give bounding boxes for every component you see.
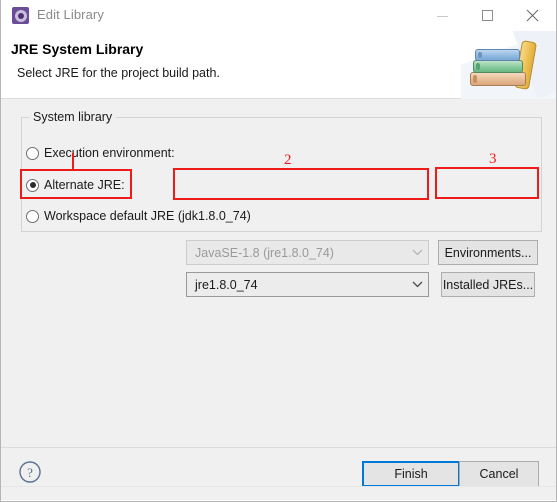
dialog-body: System library Execution environment: Ja… — [1, 99, 556, 448]
environments-button[interactable]: Environments... — [438, 240, 538, 265]
close-button[interactable] — [510, 0, 555, 30]
page-description: Select JRE for the project build path. — [17, 66, 220, 80]
finish-button[interactable]: Finish — [362, 461, 460, 487]
radio-indicator-unselected — [26, 146, 39, 160]
minimize-button[interactable] — [420, 0, 465, 30]
radio-label-workspace-default-jre: Workspace default JRE (jdk1.8.0_74) — [44, 209, 251, 223]
system-library-group-label: System library — [29, 110, 117, 124]
radio-alternate-jre[interactable]: Alternate JRE: — [26, 174, 125, 196]
edit-library-dialog: Edit Library JRE System Library Select J… — [0, 0, 557, 502]
execution-environment-combo: JavaSE-1.8 (jre1.8.0_74) — [186, 240, 429, 265]
annotation-number-2: 2 — [284, 152, 292, 168]
installed-jres-button[interactable]: Installed JREs... — [441, 272, 535, 297]
radio-indicator-unselected — [26, 209, 39, 223]
execution-environment-combo-value: JavaSE-1.8 (jre1.8.0_74) — [195, 245, 334, 260]
minimize-icon — [437, 15, 448, 17]
chevron-down-icon — [406, 249, 428, 256]
maximize-button[interactable] — [465, 0, 510, 30]
annotation-number-3: 3 — [489, 151, 497, 167]
library-gear-icon — [12, 7, 29, 24]
help-question-icon: ? — [19, 461, 41, 483]
alternate-jre-combo[interactable]: jre1.8.0_74 — [186, 272, 429, 297]
help-button[interactable]: ? — [18, 460, 42, 484]
books-stack-icon — [461, 31, 556, 99]
title-bar: Edit Library — [1, 0, 556, 31]
window-title: Edit Library — [37, 7, 104, 22]
radio-indicator-selected — [26, 178, 39, 192]
cancel-button[interactable]: Cancel — [459, 461, 539, 487]
maximize-icon — [482, 9, 493, 21]
dialog-footer: ? Finish Cancel — [1, 448, 556, 500]
chevron-down-icon — [406, 281, 428, 288]
alternate-jre-combo-value: jre1.8.0_74 — [195, 277, 258, 292]
svg-text:?: ? — [27, 465, 33, 480]
footer-bottom-strip — [1, 486, 556, 500]
annotation-marker-1 — [72, 153, 74, 170]
radio-label-alternate-jre: Alternate JRE: — [44, 178, 125, 192]
close-icon — [526, 9, 539, 21]
radio-workspace-default-jre[interactable]: Workspace default JRE (jdk1.8.0_74) — [26, 205, 251, 227]
radio-execution-environment[interactable]: Execution environment: — [26, 142, 175, 164]
page-title: JRE System Library — [11, 41, 144, 57]
radio-label-execution-environment: Execution environment: — [44, 146, 175, 160]
dialog-header: JRE System Library Select JRE for the pr… — [1, 31, 556, 99]
